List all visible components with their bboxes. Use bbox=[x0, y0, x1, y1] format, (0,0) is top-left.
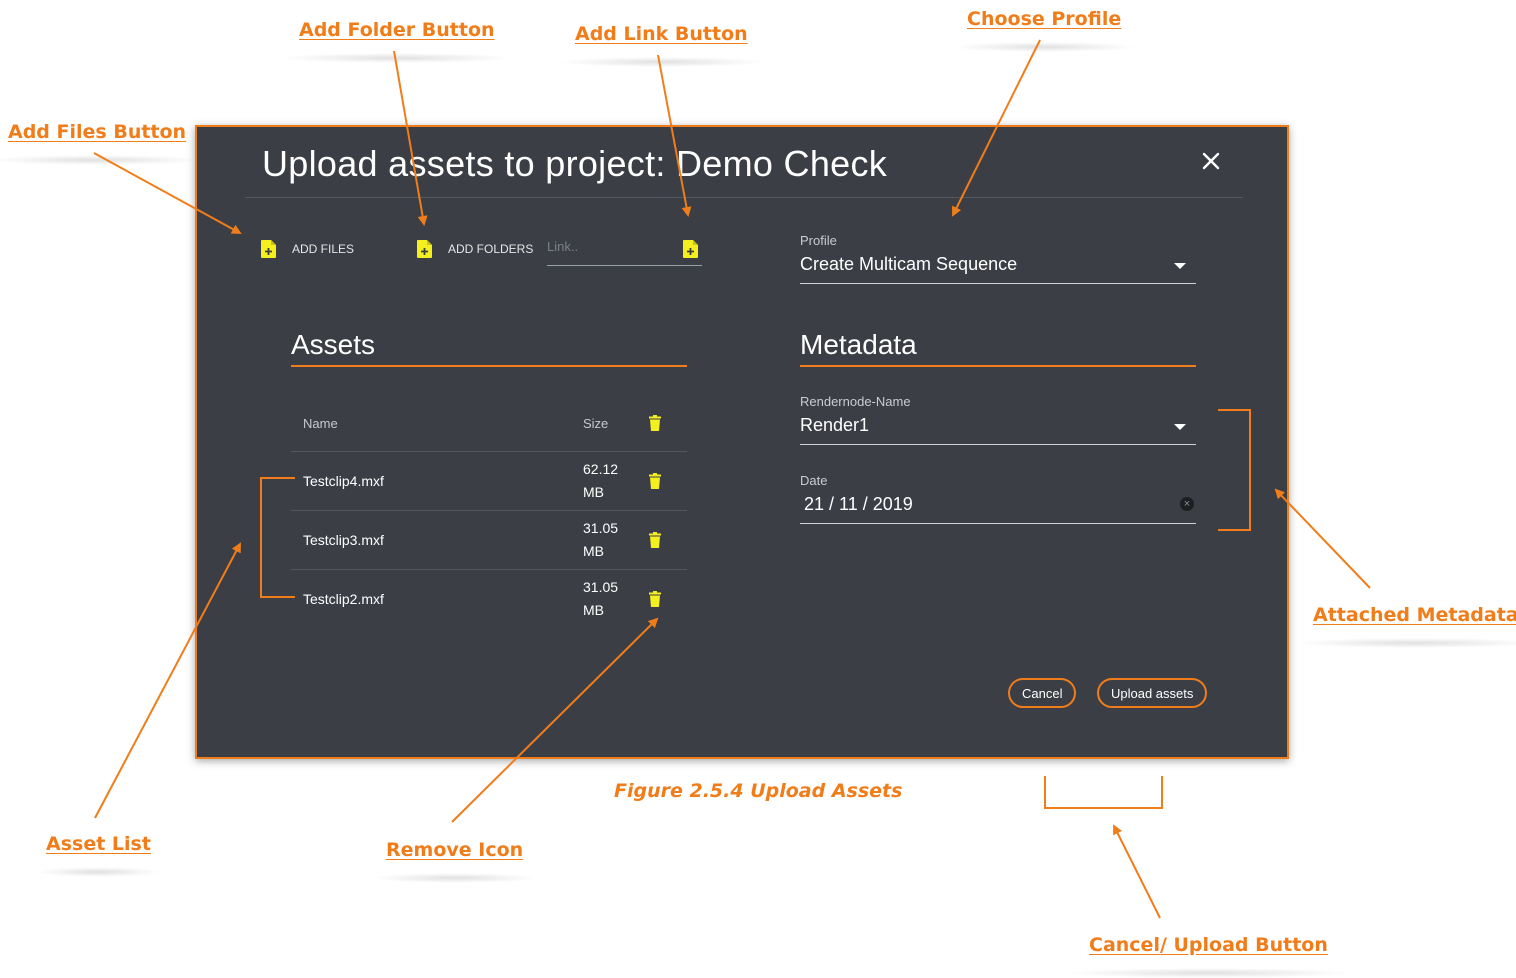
arrow-asset-list bbox=[94, 542, 241, 819]
arrow-add-files bbox=[93, 152, 242, 234]
arrow-add-folder bbox=[393, 50, 428, 226]
arrow-attached-metadata bbox=[1274, 488, 1371, 589]
arrow-add-link bbox=[657, 54, 692, 217]
bracket-asset-list bbox=[260, 477, 295, 598]
arrow-cancel-upload bbox=[1113, 824, 1161, 919]
arrow-remove-icon bbox=[451, 617, 659, 823]
arrow-choose-profile bbox=[952, 39, 1041, 217]
annotation-overlay bbox=[93, 39, 1371, 919]
bracket-buttons bbox=[1044, 776, 1163, 809]
bracket-metadata bbox=[1218, 409, 1251, 531]
